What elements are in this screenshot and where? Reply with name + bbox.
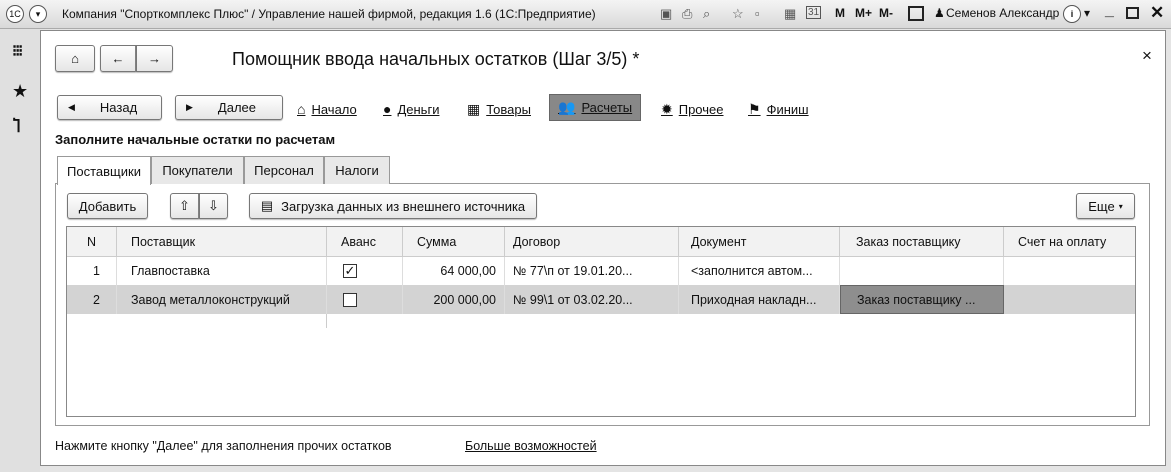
row-number: 2 — [67, 285, 117, 314]
column-header[interactable]: Сумма — [403, 227, 505, 257]
gear-icon: ✹ — [661, 100, 673, 117]
save-icon[interactable]: ▣ — [660, 6, 672, 22]
row-number: 1 — [67, 257, 117, 285]
advance-cell[interactable]: ✓ — [327, 257, 403, 285]
title-bar: 1С ▾ Компания "Спорткомплекс Плюс" / Упр… — [0, 0, 1171, 29]
sections-icon[interactable]: ⁝⁝⁝ — [12, 41, 23, 61]
dropdown-icon[interactable]: ▾ — [1084, 6, 1090, 20]
chevron-down-icon: ▾ — [1118, 201, 1123, 211]
calendar-icon[interactable]: 31 — [806, 6, 822, 19]
close-form-button[interactable]: × — [1142, 46, 1152, 66]
advance-checkbox-unchecked[interactable] — [343, 292, 357, 307]
arrow-down-icon: ⇩ — [208, 198, 219, 213]
preview-icon[interactable]: ⌕ — [703, 6, 710, 22]
move-down-button[interactable]: ⇩ — [199, 193, 228, 219]
column-header[interactable]: Документ — [679, 227, 840, 257]
sum-cell[interactable]: 64 000,00 — [403, 257, 505, 285]
user-name[interactable]: Семенов Александр — [946, 6, 1059, 20]
move-up-button[interactable]: ⇧ — [170, 193, 199, 219]
nav-link-finish[interactable]: ⚑ Финиш — [743, 98, 814, 120]
order-cell[interactable] — [840, 257, 1004, 285]
nav-link-start[interactable]: ⌂ Начало — [292, 98, 362, 120]
flag-icon: ⚑ — [748, 100, 761, 117]
more-options-link[interactable]: Больше возможностей — [465, 439, 597, 453]
memory-minus-button[interactable]: M- — [879, 6, 893, 20]
contract-cell[interactable]: № 77\п от 19.01.20... — [505, 257, 679, 285]
arrow-up-icon: ⇧ — [179, 198, 190, 213]
suppliers-table: N Поставщик Аванс Сумма Договор Документ… — [66, 226, 1136, 417]
home-icon: ⌂ — [71, 51, 79, 66]
app-logo-icon[interactable]: 1С — [6, 5, 24, 23]
triangle-left-icon: ◀ — [68, 102, 75, 112]
nav-link-settlements[interactable]: 👥 Расчеты — [549, 94, 642, 121]
document-cell[interactable]: <заполнится автом... — [679, 257, 840, 285]
history-icon[interactable]: Ⴈ — [13, 117, 20, 137]
tab-taxes[interactable]: Налоги — [324, 156, 390, 184]
favorites-star-icon[interactable]: ★ — [12, 81, 28, 102]
sidebar: ⁝⁝⁝ ★ Ⴈ — [0, 29, 40, 472]
maximize-icon[interactable] — [1126, 7, 1139, 19]
info-icon[interactable]: i — [1063, 5, 1081, 23]
footer-hint: Нажмите кнопку "Далее" для заполнения пр… — [55, 439, 392, 453]
arrow-left-icon: ← — [111, 51, 125, 66]
advance-checkbox-checked[interactable]: ✓ — [343, 264, 357, 278]
supplier-cell[interactable]: Завод металлоконструкций — [117, 285, 327, 314]
print-icon[interactable]: ⎙ — [682, 6, 692, 22]
column-header[interactable]: N — [67, 227, 117, 257]
table-row[interactable]: 1 Главпоставка ✓ 64 000,00 № 77\п от 19.… — [67, 257, 1135, 285]
sum-cell[interactable]: 200 000,00 — [403, 285, 505, 314]
document-cell[interactable]: Приходная накладн... — [679, 285, 840, 314]
panels-icon[interactable] — [908, 6, 924, 21]
invoice-cell[interactable] — [1004, 285, 1135, 314]
close-window-icon[interactable]: ✕ — [1150, 3, 1164, 23]
tab-customers[interactable]: Покупатели — [151, 156, 244, 184]
nav-link-money[interactable]: ● Деньги — [378, 98, 444, 120]
table-row-selected[interactable]: 2 Завод металлоконструкций 200 000,00 № … — [67, 285, 1135, 314]
column-header[interactable]: Счет на оплату — [1004, 227, 1135, 257]
column-header[interactable]: Договор — [505, 227, 679, 257]
column-header[interactable]: Поставщик — [117, 227, 327, 257]
ruble-icon: ● — [383, 101, 392, 117]
next-button[interactable]: ▶ Далее — [175, 95, 283, 120]
advance-cell[interactable] — [327, 285, 403, 314]
tab-suppliers[interactable]: Поставщики — [57, 156, 151, 185]
user-icon: ♟ — [934, 6, 945, 20]
more-button[interactable]: Еще ▾ — [1076, 193, 1135, 219]
main-menu-icon[interactable]: ▾ — [29, 5, 47, 23]
people-icon: 👥 — [558, 99, 576, 115]
memory-button[interactable]: M — [835, 6, 845, 20]
arrow-right-icon: → — [148, 51, 161, 66]
home-icon: ⌂ — [297, 101, 306, 117]
add-button[interactable]: Добавить — [67, 193, 148, 219]
invoice-cell[interactable] — [1004, 257, 1135, 285]
favorites-icon[interactable]: ☆ — [732, 6, 744, 22]
memory-plus-button[interactable]: M+ — [855, 6, 872, 20]
bookmark-icon[interactable]: ▫ — [755, 6, 760, 21]
minimize-icon[interactable]: _ — [1105, 2, 1114, 20]
cart-icon: ▦ — [467, 100, 481, 117]
load-external-data-button[interactable]: ▤ Загрузка данных из внешнего источника — [249, 193, 537, 219]
tab-personnel[interactable]: Персонал — [244, 156, 324, 184]
nav-link-goods[interactable]: ▦ Товары — [462, 98, 536, 120]
calculator-icon[interactable]: ▦ — [784, 6, 796, 22]
forward-history-button[interactable]: → — [136, 45, 173, 72]
home-button[interactable]: ⌂ — [55, 45, 95, 72]
back-history-button[interactable]: ← — [100, 45, 136, 72]
window-title: Компания "Спорткомплекс Плюс" / Управлен… — [62, 7, 596, 21]
import-icon: ▤ — [260, 198, 274, 213]
column-header[interactable]: Аванс — [327, 227, 403, 257]
supplier-cell[interactable]: Главпоставка — [117, 257, 327, 285]
table-header: N Поставщик Аванс Сумма Договор Документ… — [67, 227, 1135, 257]
back-button[interactable]: ◀ Назад — [57, 95, 162, 120]
column-divider — [326, 314, 327, 328]
page-title: Помощник ввода начальных остатков (Шаг 3… — [232, 49, 640, 69]
contract-cell[interactable]: № 99\1 от 03.02.20... — [505, 285, 679, 314]
triangle-right-icon: ▶ — [186, 102, 193, 112]
section-heading: Заполните начальные остатки по расчетам — [55, 132, 336, 147]
column-header[interactable]: Заказ поставщику — [840, 227, 1004, 257]
order-cell-active[interactable]: Заказ поставщику ... — [840, 285, 1004, 314]
nav-link-other[interactable]: ✹ Прочее — [656, 98, 729, 120]
